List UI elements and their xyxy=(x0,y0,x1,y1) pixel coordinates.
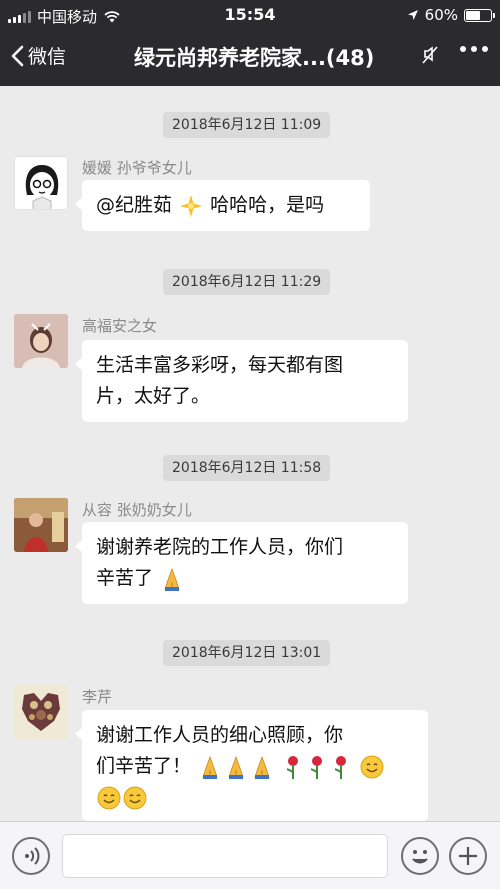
more-icon[interactable] xyxy=(460,46,488,52)
avatar[interactable] xyxy=(14,498,68,552)
input-bar xyxy=(0,821,500,889)
message-input[interactable] xyxy=(62,834,388,878)
message-text: 哈哈哈，是吗 xyxy=(204,194,325,216)
message-bubble[interactable]: 生活丰富多彩呀，每天都有图 片，太好了。 xyxy=(75,340,408,422)
back-button[interactable]: 微信 xyxy=(10,42,66,69)
mention-text: @纪胜茹 xyxy=(96,194,173,216)
mute-icon xyxy=(422,46,438,64)
message-text: 生活丰富多彩呀，每天都有图 xyxy=(96,354,344,376)
battery-fill xyxy=(466,10,481,20)
folded-hands-emoji xyxy=(254,755,270,779)
battery-icon xyxy=(464,8,495,22)
status-bar: 中国移动 15:54 60% xyxy=(0,0,500,28)
voice-icon xyxy=(25,847,40,865)
chat-area[interactable]: 2018年6月12日 11:09 媛媛 孙爷爷女儿 @纪胜茹 哈哈哈，是吗 20… xyxy=(0,86,500,821)
folded-hands-emoji xyxy=(202,755,218,779)
location-arrow-icon xyxy=(407,10,418,20)
sparkle-star-emoji xyxy=(180,194,203,217)
avatar-cartoon-girl xyxy=(25,165,59,209)
smiling-face-emoji xyxy=(123,786,147,809)
sender-name: 高福安之女 xyxy=(82,317,158,335)
plus-icon xyxy=(459,847,477,865)
avatar[interactable] xyxy=(14,156,68,210)
message-text: 谢谢工作人员的细心照顾，你 xyxy=(96,724,344,746)
avatar-floral-pattern xyxy=(14,685,68,739)
battery-percent: 60% xyxy=(424,6,458,24)
rose-emoji xyxy=(334,755,347,779)
timestamp: 2018年6月12日 11:09 xyxy=(163,112,331,138)
sender-name: 媛媛 孙爷爷女儿 xyxy=(82,159,192,177)
message-line: 们辛苦了！ xyxy=(96,751,414,782)
avatar[interactable] xyxy=(14,685,68,739)
message-text: 辛苦了 xyxy=(96,567,154,589)
message-bubble[interactable]: @纪胜茹 哈哈哈，是吗 xyxy=(75,180,370,231)
avatar-photo-woman xyxy=(14,314,68,368)
smiling-face-emoji xyxy=(360,755,384,778)
avatar-photo-person xyxy=(14,498,68,552)
avatar[interactable] xyxy=(14,314,68,368)
folded-hands-emoji xyxy=(228,755,244,779)
plus-button[interactable] xyxy=(449,837,487,875)
timestamp: 2018年6月12日 11:58 xyxy=(163,455,331,481)
message-text: 谢谢养老院的工作人员，你们 xyxy=(96,536,344,558)
emoji-icon xyxy=(412,850,428,864)
folded-hands-emoji xyxy=(164,567,180,591)
rose-emoji xyxy=(286,755,299,779)
message-bubble[interactable]: 谢谢工作人员的细心照顾，你 们辛苦了！ xyxy=(75,710,428,821)
chat-title: 绿元尚邦养老院家...(48) xyxy=(134,46,375,70)
status-right: 60% xyxy=(407,6,495,24)
message-text: 片，太好了。 xyxy=(96,385,211,407)
timestamp: 2018年6月12日 13:01 xyxy=(163,640,331,666)
voice-button[interactable] xyxy=(12,837,50,875)
rose-emoji xyxy=(310,755,323,779)
timestamp: 2018年6月12日 11:29 xyxy=(163,269,331,295)
sender-name: 从容 张奶奶女儿 xyxy=(82,501,192,519)
top-header: 中国移动 15:54 60% 微信 绿元尚邦养老院家...(48) xyxy=(0,0,500,86)
nav-bar: 微信 绿元尚邦养老院家...(48) xyxy=(0,30,500,82)
back-label: 微信 xyxy=(28,46,67,68)
message-line xyxy=(96,782,414,813)
emoji-button[interactable] xyxy=(401,837,439,875)
message-text: 们辛苦了！ xyxy=(96,755,192,777)
sender-name: 李芹 xyxy=(82,688,113,706)
back-chevron-icon xyxy=(11,45,24,66)
smiling-face-emoji xyxy=(97,786,121,809)
message-line: 辛苦了 xyxy=(96,563,394,594)
message-bubble[interactable]: 谢谢养老院的工作人员，你们 辛苦了 xyxy=(75,522,408,604)
